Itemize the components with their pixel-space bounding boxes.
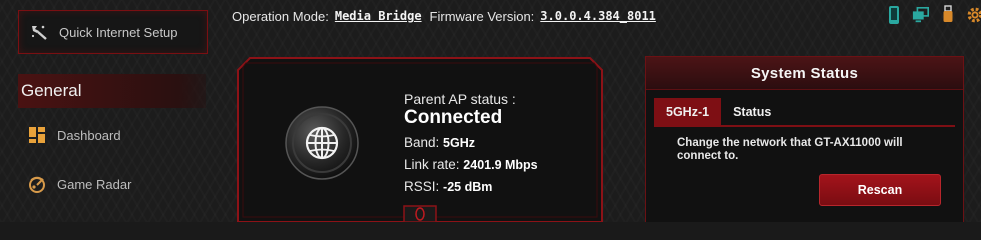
operation-mode-link[interactable]: Media Bridge [335,9,422,23]
band-label: Band: [404,135,440,150]
network-clients-icon[interactable] [912,5,930,25]
parent-ap-status-label: Parent AP status : [404,91,516,107]
sidebar-item-label: Dashboard [57,127,121,143]
dashboard-icon [27,125,47,145]
tab-underline [654,125,955,127]
sidebar-section-general: General [18,74,206,108]
rssi-label: RSSI: [404,179,440,194]
quick-internet-setup-button[interactable]: Quick Internet Setup [18,10,208,54]
usb-icon[interactable] [939,5,957,25]
parent-ap-status: Parent AP status : Connected Band: 5GHz … [404,91,538,201]
rssi-value: -25 dBm [443,180,493,194]
tab-status[interactable]: Status [721,98,783,125]
network-change-description: Change the network that GT-AX11000 will … [677,137,903,162]
system-status-title: System Status [646,57,963,90]
general-title: General [21,81,82,100]
top-icon-bar [885,5,981,25]
sidebar-item-game-radar[interactable]: Game Radar [18,166,208,202]
sidebar-item-dashboard[interactable]: Dashboard [18,117,208,153]
wand-icon [29,22,49,42]
sidebar-item-label: Game Radar [57,176,132,192]
mobile-app-icon[interactable] [885,5,903,25]
rescan-button[interactable]: Rescan [819,174,941,206]
quick-internet-setup-label: Quick Internet Setup [59,24,178,40]
link-rate-value: 2401.9 Mbps [463,158,538,172]
link-rate-row: Link rate: 2401.9 Mbps [404,157,538,172]
operation-mode-label: Operation Mode: [232,8,329,24]
band-row: Band: 5GHz [404,135,538,150]
rssi-row: RSSI: -25 dBm [404,179,538,194]
system-status-tabs: 5GHz-1 Status [654,98,783,125]
connection-status-value: Connected [404,107,503,128]
game-radar-icon [27,174,47,194]
firmware-version-link[interactable]: 3.0.0.4.384_8011 [540,9,656,23]
globe-icon [284,105,360,181]
link-rate-label: Link rate: [404,157,460,172]
band-value: 5GHz [443,136,475,150]
tab-5ghz-1[interactable]: 5GHz-1 [654,98,722,125]
system-status-panel: System Status 5GHz-1 Status Change the n… [645,56,964,222]
top-info-bar: Operation Mode: Media Bridge Firmware Ve… [232,7,664,25]
settings-icon[interactable] [966,5,981,25]
firmware-label: Firmware Version: [429,8,535,24]
